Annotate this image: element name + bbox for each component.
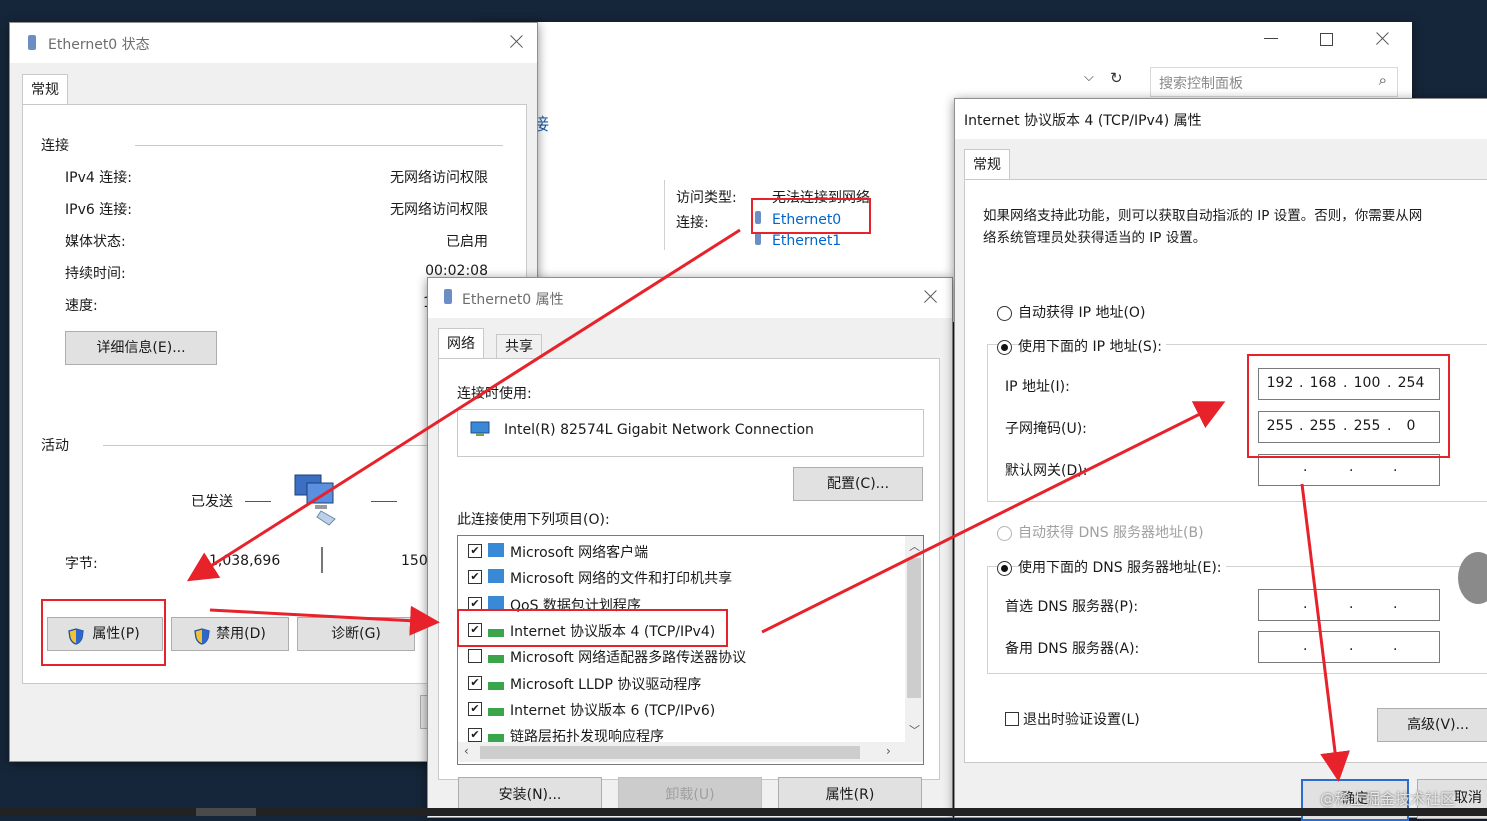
- arrow-to-ok: [1300, 483, 1350, 782]
- arrow-to-properties: [186, 228, 741, 582]
- annotation-arrows: [186, 228, 1350, 782]
- arrow-to-ipv4-item: [209, 605, 440, 636]
- taskbar-item[interactable]: [196, 808, 256, 816]
- arrow-to-ip-fields: [761, 401, 1226, 634]
- watermark: @稀土掘金技术社区: [1320, 790, 1456, 808]
